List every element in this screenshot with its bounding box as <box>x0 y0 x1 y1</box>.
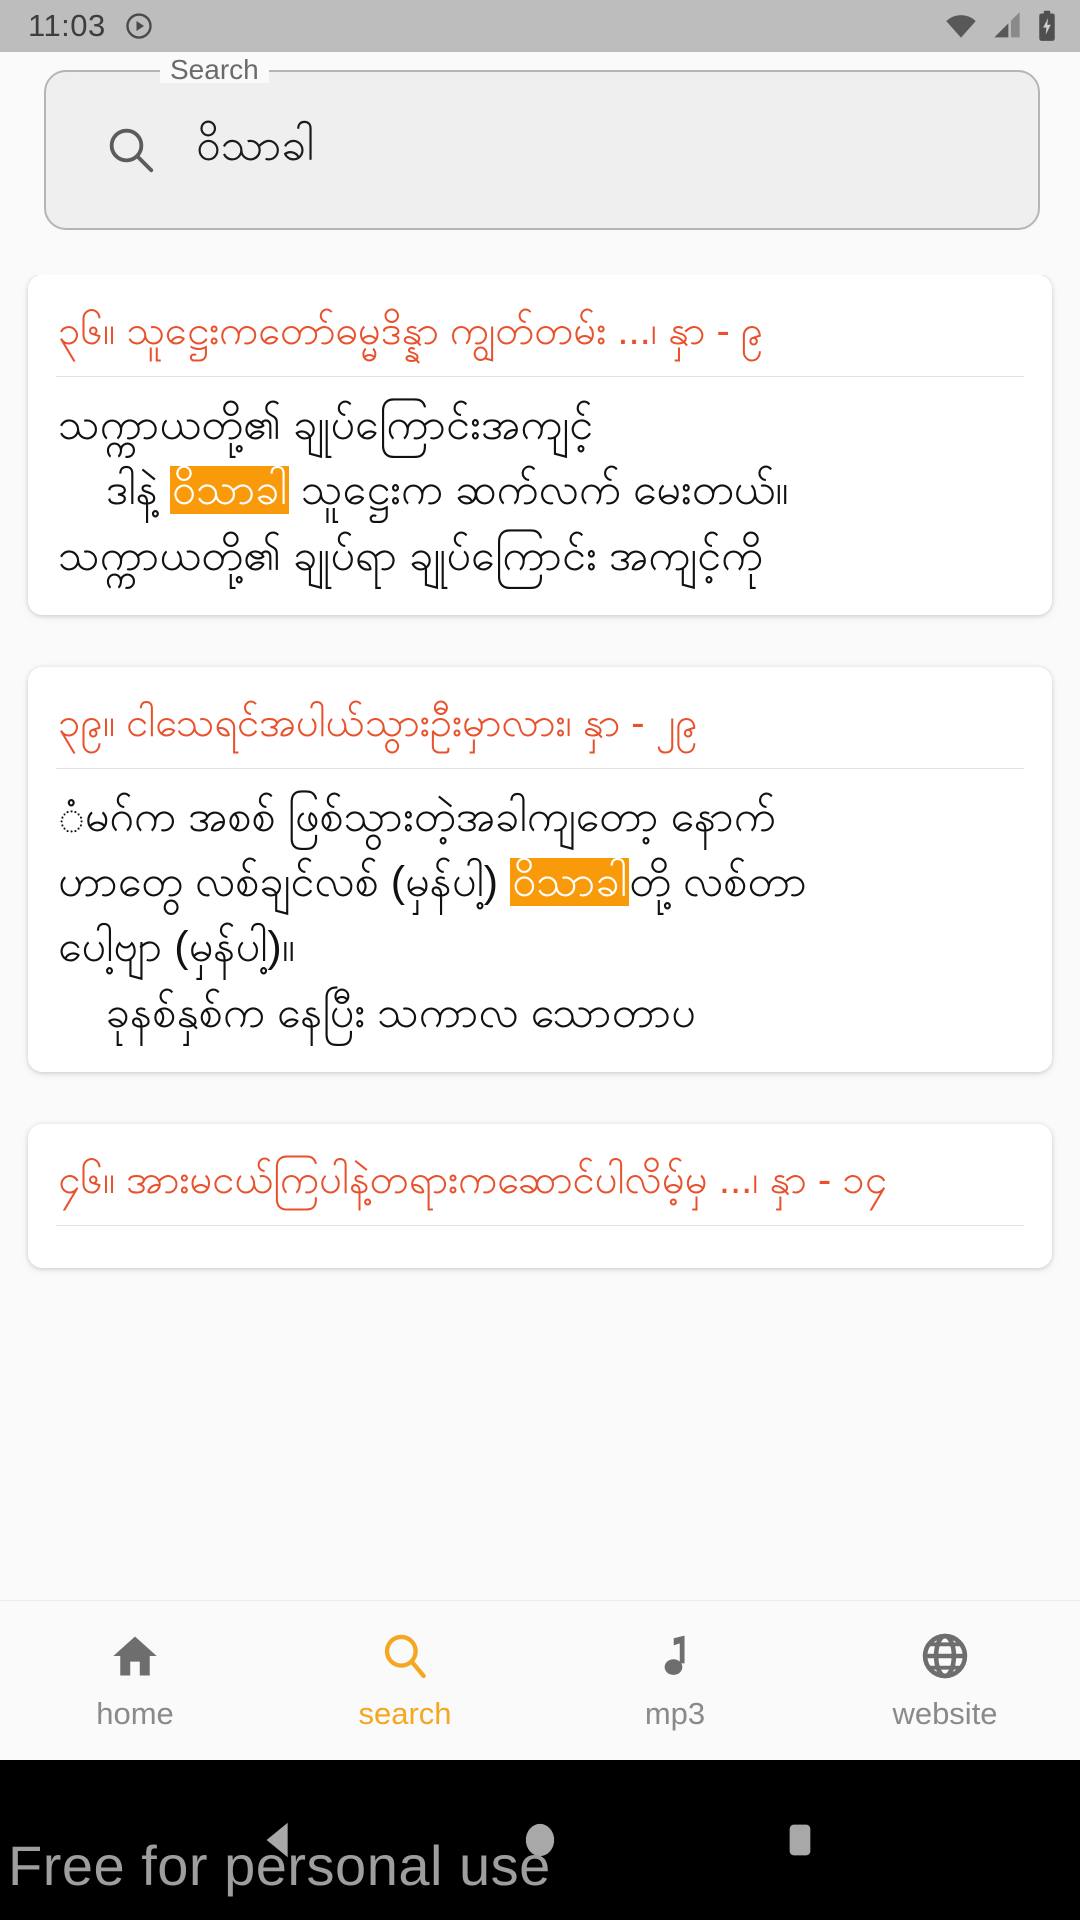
result-body-line: ဒါနဲ့ ဝိသာခါ သူဋ္ဌေးက ဆက်လက် မေးတယ်။ <box>58 458 1022 523</box>
search-term-highlight: ဝိသာခါ <box>169 466 289 515</box>
search-field[interactable]: Search ဝိသာခါ <box>44 56 1040 230</box>
body-text: သူဋ္ဌေးက ဆက်လက် မေးတယ်။ <box>288 466 789 515</box>
bottom-nav-label: mp3 <box>644 1695 706 1731</box>
status-bar: 11:03 <box>0 0 1080 52</box>
bottom-nav-label: website <box>892 1695 998 1731</box>
search-term-highlight: ဝိသာခါ <box>510 858 630 907</box>
status-bar-clock: 11:03 <box>28 8 106 43</box>
result-card-body <box>54 1236 1026 1242</box>
phone-screen: 11:03 Search ဝိသာခါ ၃၆။ သူဋ္ဌေးကတော်ဓမ္မ… <box>0 0 1080 1920</box>
status-bar-left: 11:03 <box>28 8 154 44</box>
wifi-icon <box>944 11 978 41</box>
search-input[interactable]: ဝိသာခါ <box>196 118 314 182</box>
result-card[interactable]: ၄၆။ အားမငယ်ကြပါနဲ့တရားကဆောင်ပါလိမ့်မှ ..… <box>28 1124 1052 1268</box>
body-text: ခုနစ်နှစ်က နေပြီး သကာလ သောတာပ <box>58 988 696 1037</box>
bottom-nav-item-home[interactable]: home <box>0 1630 270 1732</box>
body-text: တို့ လစ်တာ <box>629 858 807 907</box>
search-icon[interactable] <box>104 123 158 177</box>
status-bar-right <box>944 10 1058 42</box>
watermark-text: Free for personal use <box>8 1834 551 1897</box>
result-card-divider <box>56 375 1024 377</box>
result-card-body: သက္ကာယတို့၏ ချုပ်ကြောင်းအကျင့် ဒါနဲ့ ဝိသ… <box>54 387 1026 589</box>
bottom-nav-label: search <box>358 1695 452 1731</box>
result-body-line: ဟာတွေ လစ်ချင်လစ် (မှန်ပါ့) ဝိသာခါတို့ လစ… <box>58 850 1022 915</box>
bottom-navigation[interactable]: home search mp3 website <box>0 1600 1080 1760</box>
recents-square-icon[interactable] <box>777 1817 823 1863</box>
result-card-title: ၄၆။ အားမငယ်ကြပါနဲ့တရားကဆောင်ပါလိမ့်မှ ..… <box>58 1158 888 1203</box>
body-text: ဒါနဲ့ <box>58 466 170 515</box>
body-text: သက္ကာယတို့၏ ချုပ်ကြောင်းအကျင့် <box>58 400 594 449</box>
body-text: ဟာတွေ လစ်ချင်လစ် (မှန်ပါ့) <box>58 858 511 907</box>
result-body-line: သက္ကာယတို့၏ ချုပ်ရာ ချုပ်ကြောင်း အကျင့်က… <box>58 524 1022 589</box>
search-results-list[interactable]: ၃၆။ သူဋ္ဌေးကတော်ဓမ္မဒိန္နာ ကျွတ်တမ်း ...… <box>0 275 1080 1660</box>
search-content[interactable]: ဝိသာခါ <box>44 70 1040 230</box>
result-body-line: ပေါ့ဗျာ (မှန်ပါ့)။ <box>58 915 1022 980</box>
body-text: သက္ကာယတို့၏ ချုပ်ရာ ချုပ်ကြောင်း အကျင့်က… <box>58 531 764 580</box>
result-body-line: ခုနစ်နှစ်က နေပြီး သကာလ သောတာပ <box>58 981 1022 1046</box>
result-body-line: သက္ကာယတို့၏ ချုပ်ကြောင်းအကျင့် <box>58 393 1022 458</box>
result-body-line: ံမဂ်က အစစ် ဖြစ်သွားတဲ့အခါကျတော့ နောက် <box>58 785 1022 850</box>
battery-charging-icon <box>1036 10 1058 42</box>
bottom-nav-item-mp3[interactable]: mp3 <box>540 1630 810 1732</box>
search-icon[interactable] <box>379 1630 431 1682</box>
globe-icon[interactable] <box>919 1630 971 1682</box>
result-card[interactable]: ၃၉။ ငါသေရင်အပါယ်သွားဦးမှာလား၊ နှာ - ၂၉ံမ… <box>28 666 1052 1073</box>
android-system-nav[interactable]: Free for personal use <box>0 1760 1080 1920</box>
music-note-icon[interactable] <box>649 1630 701 1682</box>
result-card[interactable]: ၃၆။ သူဋ္ဌေးကတော်ဓမ္မဒိန္နာ ကျွတ်တမ်း ...… <box>28 275 1052 615</box>
bottom-nav-item-website[interactable]: website <box>810 1630 1080 1732</box>
bottom-nav-label: home <box>96 1695 174 1731</box>
result-card-divider <box>56 1224 1024 1226</box>
result-card-title: ၃၉။ ငါသေရင်အပါယ်သွားဦးမှာလား၊ နှာ - ၂၉ <box>58 700 698 745</box>
body-text: ံမဂ်က အစစ် ဖြစ်သွားတဲ့အခါကျတော့ နောက် <box>58 792 776 841</box>
home-icon[interactable] <box>109 1630 161 1682</box>
body-text: ပေါ့ဗျာ (မှန်ပါ့)။ <box>58 923 295 972</box>
play-circle-icon <box>124 11 154 41</box>
result-card-title: ၃၆။ သူဋ္ဌေးကတော်ဓမ္မဒိန္နာ ကျွတ်တမ်း ...… <box>58 309 764 353</box>
bottom-nav-item-search[interactable]: search <box>270 1630 540 1732</box>
result-card-divider <box>56 767 1024 769</box>
result-card-body: ံမဂ်က အစစ် ဖြစ်သွားတဲ့အခါကျတော့ နောက်ဟာတ… <box>54 779 1026 1046</box>
cellular-signal-icon <box>991 11 1023 41</box>
